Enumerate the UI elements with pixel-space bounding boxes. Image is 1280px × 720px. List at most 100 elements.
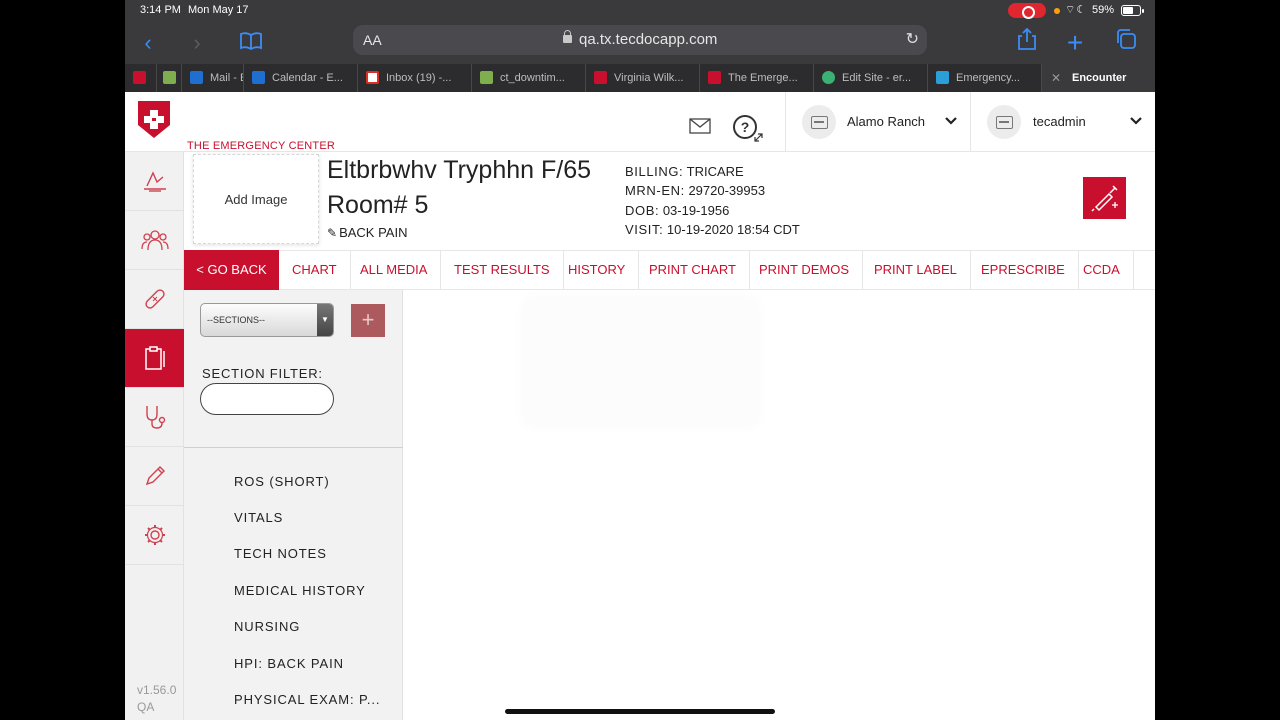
user-menu[interactable]: tecadmin xyxy=(970,92,1155,152)
sections-select-value: --SECTIONS-- xyxy=(207,315,265,325)
mail-icon[interactable] xyxy=(689,118,711,134)
add-image-button[interactable]: Add Image xyxy=(193,154,319,244)
lock-icon xyxy=(563,30,572,43)
tab-test-results[interactable]: TEST RESULTS xyxy=(441,251,564,289)
mic-indicator-icon xyxy=(1054,8,1060,14)
status-date: Mon May 17 xyxy=(188,4,249,16)
browser-tab[interactable]: Calendar - E... xyxy=(244,64,358,92)
dob-row: DOB: 03-19-1956 xyxy=(625,203,729,218)
sidebar-item-patients[interactable] xyxy=(125,211,184,270)
browser-tab[interactable]: Edit Site - er... xyxy=(814,64,928,92)
address-bar[interactable]: AA qa.tx.tecdocapp.com ↻ xyxy=(353,25,927,55)
patient-room: Room# 5 xyxy=(327,191,429,219)
section-item[interactable]: NURSING xyxy=(234,619,300,634)
patient-name: Eltbrbwhv Tryphhn F/65 xyxy=(327,156,592,184)
logo-icon[interactable] xyxy=(138,101,170,138)
screen-recording-icon xyxy=(1008,3,1046,19)
url-text[interactable]: qa.tx.tecdocapp.com xyxy=(579,31,717,48)
tab-favicon-icon xyxy=(252,71,265,84)
tab-favicon-icon xyxy=(133,71,146,84)
chevron-down-icon xyxy=(944,113,958,129)
browser-tab[interactable]: Inbox (19) -... xyxy=(358,64,472,92)
tab-favicon-icon xyxy=(163,71,176,84)
group-icon xyxy=(140,230,169,251)
tab-print-chart[interactable]: PRINT CHART xyxy=(636,251,750,289)
prescribe-button[interactable] xyxy=(1083,177,1126,219)
section-item[interactable]: ROS (SHORT) xyxy=(234,474,330,489)
browser-tab-active[interactable]: ✕ Encounter xyxy=(1042,64,1155,92)
tab-label: Mail - E xyxy=(210,72,244,84)
go-back-button[interactable]: < GO BACK xyxy=(184,250,279,290)
browser-toolbar: ‹ › AA qa.tx.tecdocapp.com ↻ + xyxy=(125,22,1155,64)
user-avatar-icon xyxy=(987,105,1021,139)
billing-label: BILLING: xyxy=(625,164,684,179)
browser-tab-strip: Mail - E Calendar - E... Inbox (19) -...… xyxy=(125,64,1155,92)
location-selector[interactable]: Alamo Ranch xyxy=(785,92,970,152)
sections-select[interactable]: --SECTIONS-- ▼ xyxy=(200,303,334,337)
browser-tab[interactable]: Virginia Wilk... xyxy=(586,64,700,92)
clipboard-icon xyxy=(144,346,165,370)
sidebar-item-clinical[interactable] xyxy=(125,388,184,447)
sidebar-item-chart[interactable] xyxy=(125,329,184,388)
ipad-screen: 3:14 PM Mon May 17 ⌔☾ 59% ‹ › AA qa.tx.t… xyxy=(125,0,1155,720)
chief-complaint[interactable]: ✎ BACK PAIN xyxy=(327,225,407,240)
section-item[interactable]: PHYSICAL EXAM: P... xyxy=(234,692,380,707)
tab-label: The Emerge... xyxy=(728,72,798,84)
tab-history[interactable]: HISTORY xyxy=(555,251,640,289)
bookmarks-icon[interactable] xyxy=(236,28,266,58)
section-item[interactable]: MEDICAL HISTORY xyxy=(234,583,366,598)
gmail-icon xyxy=(366,71,379,84)
user-name: tecadmin xyxy=(1033,114,1086,129)
wifi-moon-icon: ⌔☾ xyxy=(1065,4,1088,16)
syringe-icon xyxy=(1090,185,1118,212)
mrn-value: 29720-39953 xyxy=(688,183,766,198)
reload-icon[interactable]: ↻ xyxy=(906,29,919,49)
browser-tab[interactable]: The Emerge... xyxy=(700,64,814,92)
sidebar-item-bandage[interactable] xyxy=(125,270,184,329)
home-indicator[interactable] xyxy=(505,709,775,714)
browser-tab[interactable]: Emergency... xyxy=(928,64,1042,92)
close-tab-icon[interactable]: ✕ xyxy=(1051,64,1061,92)
section-item[interactable]: HPI: BACK PAIN xyxy=(234,656,344,671)
visit-row: VISIT: 10-19-2020 18:54 CDT xyxy=(625,222,800,237)
share-icon[interactable] xyxy=(1012,27,1042,58)
help-icon[interactable]: ? xyxy=(732,114,764,144)
loading-placeholder xyxy=(525,300,757,424)
sidebar-item-settings[interactable] xyxy=(125,506,184,565)
new-tab-icon[interactable]: + xyxy=(1060,28,1090,58)
tab-ccda[interactable]: CCDA xyxy=(1070,251,1134,289)
forward-arrow-icon[interactable]: › xyxy=(182,28,212,58)
location-icon xyxy=(802,105,836,139)
tabs-overview-icon[interactable] xyxy=(1111,28,1141,58)
browser-tab[interactable] xyxy=(125,64,157,92)
tab-eprescribe[interactable]: EPRESCRIBE xyxy=(968,251,1079,289)
reader-aa-button[interactable]: AA xyxy=(363,32,382,48)
section-item[interactable]: TECH NOTES xyxy=(234,546,327,561)
tab-label: Inbox (19) -... xyxy=(386,72,452,84)
browser-tab[interactable]: Mail - E xyxy=(182,64,244,92)
app-version: v1.56.0 QA xyxy=(137,682,176,716)
add-section-button[interactable]: + xyxy=(351,304,385,337)
tab-label: ct_downtim... xyxy=(500,72,565,84)
gear-icon xyxy=(144,525,165,545)
mrn-label: MRN-EN: xyxy=(625,183,685,198)
back-arrow-icon[interactable]: ‹ xyxy=(133,28,163,58)
svg-text:?: ? xyxy=(741,119,750,135)
section-item[interactable]: VITALS xyxy=(234,510,283,525)
sidebar-item-edit[interactable] xyxy=(125,447,184,506)
app-header: THE EMERGENCY CENTER ? Alamo Ranch tecad… xyxy=(125,92,1155,152)
tab-print-demos[interactable]: PRINT DEMOS xyxy=(746,251,864,289)
browser-tab[interactable]: ct_downtim... xyxy=(472,64,586,92)
tab-print-label[interactable]: PRINT LABEL xyxy=(861,251,971,289)
browser-tab[interactable] xyxy=(157,64,182,92)
chevron-down-icon xyxy=(1129,113,1143,129)
mrn-row: MRN-EN: 29720-39953 xyxy=(625,183,765,198)
section-filter-input[interactable] xyxy=(200,383,334,415)
visit-label: VISIT: xyxy=(625,222,664,237)
tab-all-media[interactable]: ALL MEDIA xyxy=(347,251,442,289)
tab-chart[interactable]: CHART xyxy=(279,251,351,289)
sidebar-item-dashboard[interactable] xyxy=(125,152,184,211)
tab-favicon-icon xyxy=(936,71,949,84)
location-name: Alamo Ranch xyxy=(847,114,926,129)
stethoscope-icon xyxy=(145,406,165,429)
